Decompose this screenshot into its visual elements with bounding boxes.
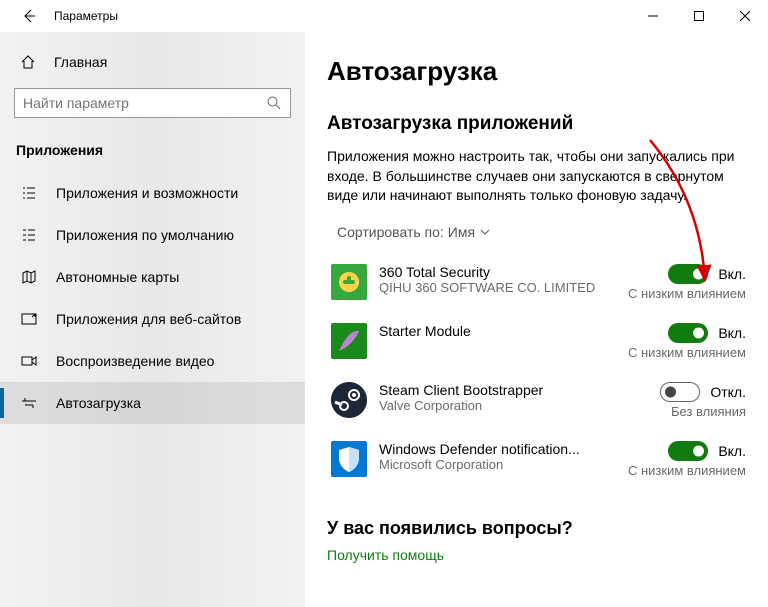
- defaults-icon: [20, 226, 38, 244]
- sort-label: Сортировать по:: [337, 224, 444, 240]
- sidebar-item-video-playback[interactable]: Воспроизведение видео: [0, 340, 305, 382]
- toggle-state: Откл.: [710, 384, 746, 400]
- app-icon-steam: [331, 382, 367, 418]
- startup-app-row: Steam Client Bootstrapper Valve Corporat…: [327, 374, 750, 433]
- search-field[interactable]: [23, 95, 266, 111]
- sidebar: Главная Приложения Приложения и возможно…: [0, 32, 305, 607]
- toggle-switch[interactable]: [660, 382, 700, 402]
- nav-label: Приложения по умолчанию: [56, 227, 234, 243]
- back-button[interactable]: [14, 1, 44, 31]
- app-name: Starter Module: [379, 323, 620, 339]
- sidebar-item-default-apps[interactable]: Приложения по умолчанию: [0, 214, 305, 256]
- section-description: Приложения можно настроить так, чтобы он…: [327, 147, 750, 206]
- startup-app-row: Windows Defender notification... Microso…: [327, 433, 750, 492]
- sort-value: Имя: [448, 224, 475, 240]
- window-title: Параметры: [54, 9, 118, 23]
- nav-label: Автозагрузка: [56, 395, 141, 411]
- sidebar-item-startup[interactable]: Автозагрузка: [0, 382, 305, 424]
- app-name: Steam Client Bootstrapper: [379, 382, 652, 398]
- sidebar-item-offline-maps[interactable]: Автономные карты: [0, 256, 305, 298]
- chevron-down-icon: [479, 226, 491, 238]
- list-icon: [20, 184, 38, 202]
- search-input[interactable]: [14, 88, 291, 118]
- app-publisher: Valve Corporation: [379, 398, 652, 413]
- app-icon-360: [331, 264, 367, 300]
- minimize-button[interactable]: [630, 0, 676, 32]
- get-help-link[interactable]: Получить помощь: [327, 547, 750, 563]
- nav-label: Приложения для веб-сайтов: [56, 311, 241, 327]
- nav-label: Автономные карты: [56, 269, 179, 285]
- sort-dropdown[interactable]: Сортировать по: Имя: [327, 224, 750, 240]
- maximize-button[interactable]: [676, 0, 722, 32]
- app-name: 360 Total Security: [379, 264, 620, 280]
- close-button[interactable]: [722, 0, 768, 32]
- sidebar-section-header: Приложения: [0, 132, 305, 172]
- search-icon: [266, 95, 282, 111]
- startup-icon: [20, 394, 38, 412]
- video-icon: [20, 352, 38, 370]
- titlebar: Параметры: [0, 0, 768, 32]
- home-label: Главная: [54, 54, 107, 70]
- impact-label: С низким влиянием: [628, 345, 746, 360]
- toggle-state: Вкл.: [718, 325, 746, 341]
- app-icon-defender: [331, 441, 367, 477]
- section-title: Автозагрузка приложений: [327, 113, 750, 135]
- home-button[interactable]: Главная: [0, 44, 305, 80]
- toggle-switch[interactable]: [668, 264, 708, 284]
- nav-label: Приложения и возможности: [56, 185, 238, 201]
- impact-label: С низким влиянием: [628, 463, 746, 478]
- page-title: Автозагрузка: [327, 56, 750, 87]
- sidebar-item-apps-features[interactable]: Приложения и возможности: [0, 172, 305, 214]
- startup-app-row: 360 Total Security QIHU 360 SOFTWARE CO.…: [327, 256, 750, 315]
- map-icon: [20, 268, 38, 286]
- sidebar-item-web-apps[interactable]: Приложения для веб-сайтов: [0, 298, 305, 340]
- toggle-switch[interactable]: [668, 323, 708, 343]
- help-section-title: У вас появились вопросы?: [327, 518, 750, 539]
- app-publisher: QIHU 360 SOFTWARE CO. LIMITED: [379, 280, 620, 295]
- impact-label: Без влияния: [660, 404, 746, 419]
- main-pane: Автозагрузка Автозагрузка приложений При…: [305, 32, 768, 607]
- toggle-state: Вкл.: [718, 443, 746, 459]
- nav-label: Воспроизведение видео: [56, 353, 214, 369]
- toggle-state: Вкл.: [718, 266, 746, 282]
- web-apps-icon: [20, 310, 38, 328]
- toggle-switch[interactable]: [668, 441, 708, 461]
- app-publisher: Microsoft Corporation: [379, 457, 620, 472]
- app-name: Windows Defender notification...: [379, 441, 620, 457]
- startup-app-row: Starter Module Вкл. С низким влиянием: [327, 315, 750, 374]
- home-icon: [20, 54, 38, 70]
- app-icon-starter: [331, 323, 367, 359]
- impact-label: С низким влиянием: [628, 286, 746, 301]
